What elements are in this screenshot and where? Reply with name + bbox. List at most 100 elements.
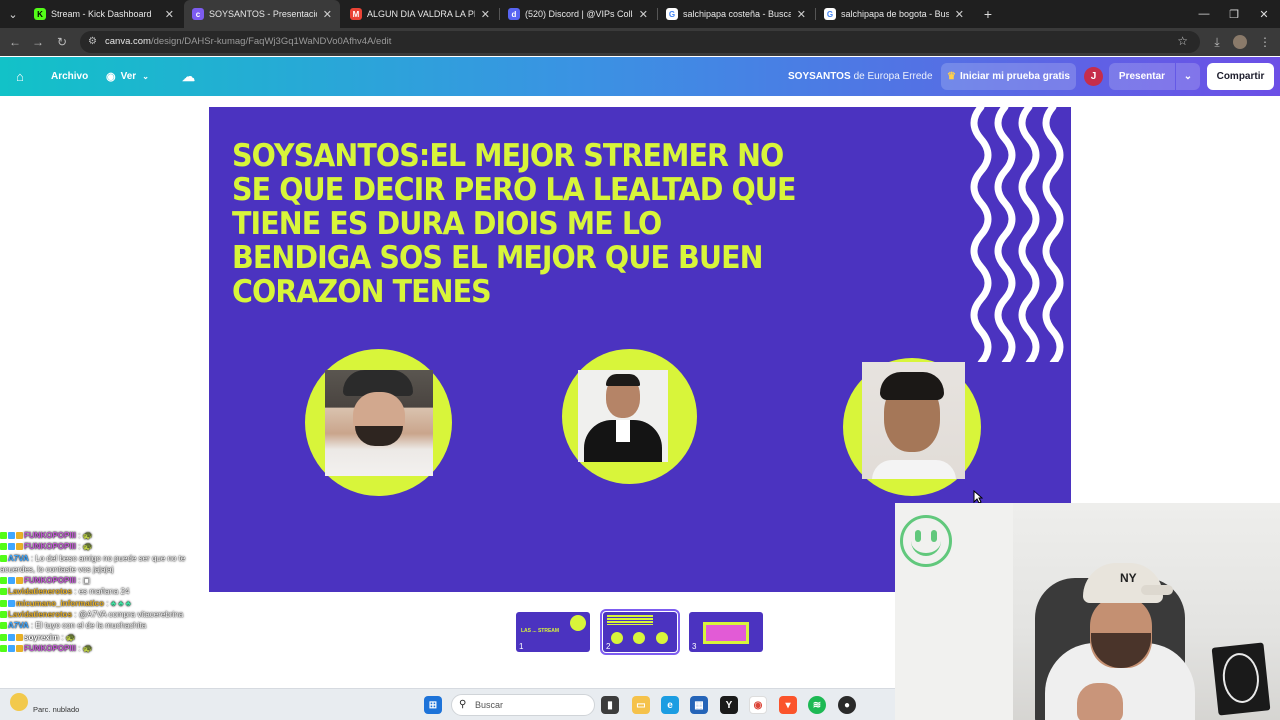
slide-thumbnail-3[interactable]: 3 [689, 612, 763, 652]
google-icon: G [824, 8, 836, 20]
tab-kick-dashboard[interactable]: K Stream - Kick Dashboard ✕ [26, 0, 182, 28]
menu-view[interactable]: ◉ Ver ⌄ [106, 57, 149, 96]
trial-button[interactable]: ♛ Iniciar mi prueba gratis [941, 63, 1076, 90]
cap-logo: NY [1120, 571, 1137, 585]
close-tab-icon[interactable]: ✕ [955, 8, 964, 21]
doc-name: SOYSANTOS [788, 71, 851, 82]
chat-message: Lavidatienerotos : @A7VA compra vitacere… [0, 609, 210, 620]
chat-message: FUNKOPOPIII : 🐢 [0, 530, 210, 541]
close-tab-icon[interactable]: ✕ [481, 8, 490, 21]
new-tab-button[interactable]: + [977, 0, 999, 28]
menu-file[interactable]: Archivo [51, 57, 88, 96]
person-photo-1[interactable] [325, 370, 433, 476]
minimize-icon[interactable]: — [1193, 0, 1215, 28]
discord-icon: d [508, 8, 520, 20]
google-icon: G [666, 8, 678, 20]
chat-message: soyrexim : 🐢 [0, 632, 210, 643]
windows-start-icon[interactable]: ⊞ [424, 696, 442, 714]
browser-menu-icon[interactable]: ⋮ [1254, 28, 1276, 56]
thumbnail-text: LAS ... STREAM [521, 628, 560, 634]
emote-icon: 🐢 [82, 531, 93, 540]
forward-icon[interactable]: → [27, 28, 49, 56]
tab-google-search-1[interactable]: G salchipapa costeña - Buscar co ✕ [658, 0, 814, 28]
share-button[interactable]: Compartir [1207, 63, 1274, 90]
tab-google-search-2[interactable]: G salchipapa de bogota - Buscar ✕ [816, 0, 972, 28]
present-button[interactable]: Presentar [1109, 63, 1175, 90]
tab-canva-presentation[interactable]: c SOYSANTOS - Presentación ✕ [184, 0, 340, 28]
close-tab-icon[interactable]: ✕ [797, 8, 806, 21]
bookmark-star-icon[interactable]: ☆ [1177, 34, 1188, 48]
weather-text: Parc. nublado [33, 705, 80, 714]
avatar-initial: J [1090, 71, 1097, 82]
chat-text: : [78, 643, 81, 653]
close-tab-icon[interactable]: ✕ [639, 8, 648, 21]
yandex-icon[interactable]: Y [720, 696, 738, 714]
chat-text: : [78, 531, 81, 540]
address-bar[interactable]: ⚙ canva.com/design/DAHSr-kumag/FaqWj3Gq1… [80, 31, 1200, 53]
taskbar-search[interactable]: ⚲ Buscar [451, 694, 595, 716]
weather-icon[interactable] [10, 693, 28, 711]
tab-discord[interactable]: d (520) Discord | @VIPs Collage S ✕ [500, 0, 656, 28]
tab-gmail[interactable]: M ALGUN DIA VALDRA LA PENA ✕ [342, 0, 498, 28]
tab-title: salchipapa costeña - Buscar co [683, 9, 791, 19]
restore-icon[interactable]: ❐ [1223, 0, 1245, 28]
tab-title: SOYSANTOS - Presentación [209, 9, 317, 19]
cloud-sync-icon[interactable]: ☁ [182, 57, 195, 96]
thumbnail-number: 3 [692, 642, 697, 651]
document-title[interactable]: SOYSANTOS de Europa Errede [788, 57, 933, 96]
reload-icon[interactable]: ↻ [51, 28, 73, 56]
close-tab-icon[interactable]: ✕ [165, 8, 174, 21]
back-icon[interactable]: ← [4, 28, 26, 56]
search-placeholder: Buscar [475, 700, 504, 710]
wavy-lines-decoration [970, 107, 1064, 362]
chrome-icon[interactable]: ◉ [749, 696, 767, 714]
profile-avatar[interactable] [1229, 28, 1251, 56]
present-options-chevron-icon[interactable]: ⌄ [1176, 63, 1200, 90]
close-window-icon[interactable]: ✕ [1253, 0, 1275, 28]
brave-icon[interactable]: ▾ [779, 696, 797, 714]
person-photo-2[interactable] [578, 370, 668, 462]
thumbnail-number: 1 [519, 642, 524, 651]
emote-icon: ▣ [82, 576, 91, 586]
menu-view-label: Ver [120, 71, 137, 82]
slide-thumbnail-1[interactable]: LAS ... STREAM 1 [516, 612, 590, 652]
tab-title: Stream - Kick Dashboard [51, 9, 152, 19]
edge-icon[interactable]: e [661, 696, 679, 714]
stream-chat-overlay: FUNKOPOPIII : 🐢 FUNKOPOPIII : 🐢 A7VA : L… [0, 530, 210, 654]
file-explorer-icon[interactable]: ▭ [632, 696, 650, 714]
obs-icon[interactable]: ● [838, 696, 856, 714]
kick-icon: K [34, 8, 46, 20]
tab-title: (520) Discord | @VIPs Collage S [525, 9, 633, 19]
person-photo-3[interactable] [862, 362, 965, 479]
slide-title[interactable]: SOYSANTOS:EL MEJOR STREMER NO SE QUE DEC… [232, 139, 802, 309]
canva-icon: c [192, 8, 204, 20]
smiley-neon-decoration [900, 515, 952, 567]
browser-toolbar: ← → ↻ ⚙ canva.com/design/DAHSr-kumag/Faq… [0, 28, 1280, 56]
home-icon[interactable]: ⌂ [16, 57, 24, 96]
chat-username: A7VA [8, 621, 29, 631]
chat-username: FUNKOPOPIII [24, 576, 77, 586]
chat-message: A7VA : Lo del beso amigo no puede ser qu… [0, 553, 210, 576]
chat-message: Lavidatienerotos : es mañana 24 [0, 586, 210, 597]
site-info-icon[interactable]: ⚙ [88, 36, 97, 47]
tab-title: salchipapa de bogota - Buscar [841, 9, 949, 19]
chat-username: Lavidatienerotos [8, 587, 73, 597]
browser-tab-strip: ⌄ K Stream - Kick Dashboard ✕ c SOYSANTO… [0, 0, 1280, 28]
chat-username: FUNKOPOPIII [24, 542, 77, 552]
streamer-webcam: NY [895, 503, 1280, 720]
canva-header: ⌂ Archivo ◉ Ver ⌄ ☁ SOYSANTOS de Europa … [0, 57, 1280, 96]
chat-message: micumano_informatico : ♣ ♣ ♣ [0, 598, 210, 609]
spotify-icon[interactable]: ≋ [808, 696, 826, 714]
user-avatar[interactable]: J [1084, 67, 1103, 86]
close-tab-icon[interactable]: ✕ [323, 8, 332, 21]
tab-search-icon[interactable]: ⌄ [2, 0, 24, 28]
download-icon[interactable]: ⤓ [1206, 28, 1228, 56]
chat-text: : es mañana 24 [74, 587, 130, 597]
chat-message: A7VA : El tuyo con el de la muchachita [0, 620, 210, 631]
task-view-icon[interactable]: ▮ [601, 696, 619, 714]
chat-username: FUNKOPOPIII [24, 643, 77, 653]
chat-text: : [106, 598, 109, 608]
store-icon[interactable]: ▦ [690, 696, 708, 714]
slide-thumbnail-2[interactable]: 2 [600, 609, 680, 655]
chat-text: : [78, 542, 81, 552]
